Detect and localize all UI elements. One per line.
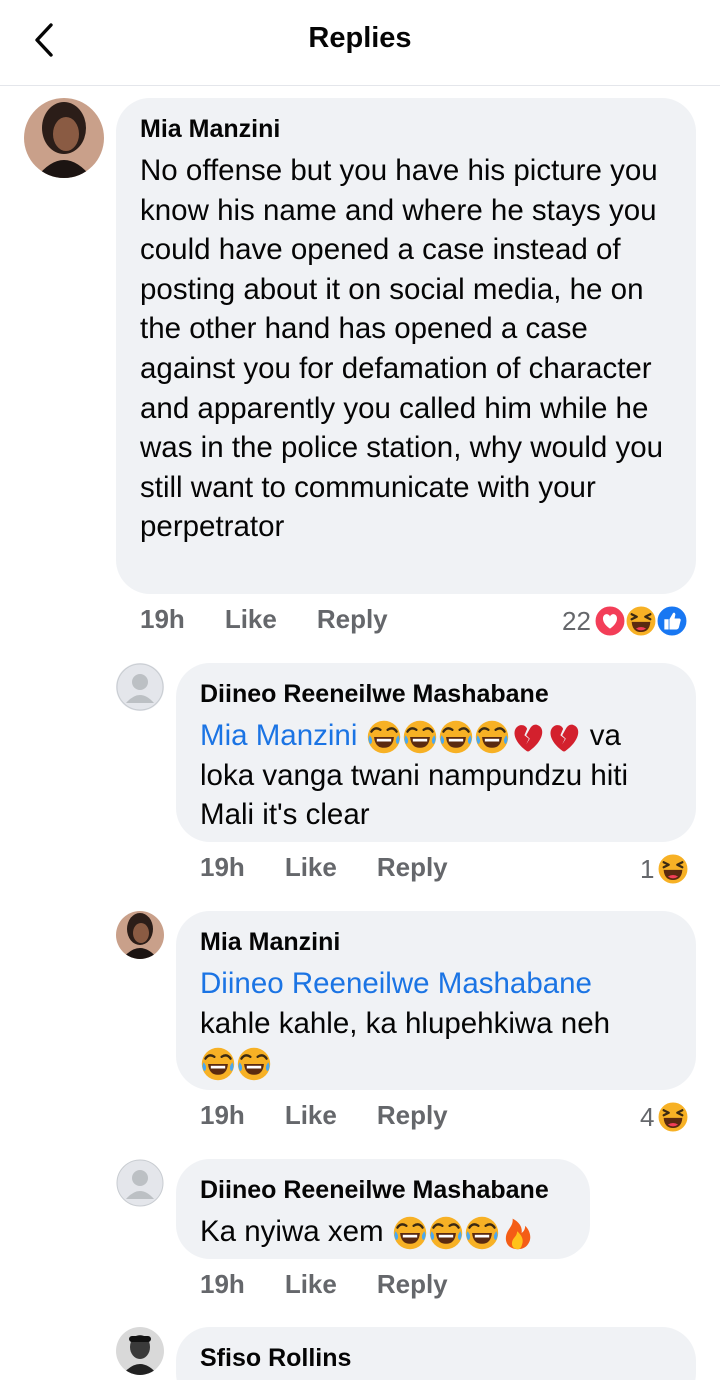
comment-author[interactable]: Sfiso Rollins [200,1343,672,1373]
reaction-count: 1 [640,853,655,884]
comment-bubble[interactable]: Mia Manzini No offense but you have his … [116,98,696,594]
comment-text: No offense but you have his picture you … [140,154,664,544]
comment-bubble[interactable]: Diineo Reeneilwe Mashabane Mia Manzini v… [176,663,696,842]
laughing-tears-emoji [438,719,474,755]
top-bar: Replies [0,0,720,86]
comment-time: 19h [200,1269,245,1299]
like-button[interactable]: Like [285,852,337,883]
haha-icon [624,604,658,638]
comment-actions: 19h Like Reply [200,1269,448,1300]
broken-heart-emoji [546,719,582,755]
comment-author[interactable]: Diineo Reeneilwe Mashabane [200,1175,566,1205]
reply-button[interactable]: Reply [317,604,388,635]
laughing-tears-emoji [236,1046,272,1082]
comment-text-rest: kahle kahle, ka hlupehkiwa neh [200,1006,611,1040]
comment-text: Ka nyiwa xem [200,1212,566,1252]
like-button[interactable]: Like [225,604,277,635]
comment-text: Mia Manzini va loka vanga twani nampundz… [200,716,672,835]
comment-author[interactable]: Mia Manzini [140,114,672,144]
love-icon [593,604,627,638]
comment-actions: 19h Like Reply [200,1100,448,1131]
haha-icon [656,1100,690,1134]
like-button[interactable]: Like [285,1100,337,1131]
avatar[interactable] [116,1327,164,1375]
reaction-summary[interactable]: 4 [640,1100,690,1134]
comment-bubble[interactable]: Mia Manzini Diineo Reeneilwe Mashabane k… [176,911,696,1090]
comment-bubble[interactable]: Sfiso Rollins [176,1327,696,1380]
avatar[interactable] [116,1159,164,1207]
avatar[interactable] [116,663,164,711]
like-button[interactable]: Like [285,1269,337,1300]
page-title: Replies [308,22,412,54]
comment-time: 19h [200,1100,245,1130]
comment-time: 19h [200,852,245,882]
laughing-tears-emoji [392,1215,428,1251]
laughing-tears-emoji [200,1046,236,1082]
avatar[interactable] [116,911,164,959]
laughing-tears-emoji [428,1215,464,1251]
comment-text-rest: Ka nyiwa xem [200,1215,384,1248]
comment-author[interactable]: Mia Manzini [200,927,672,957]
default-profile-icon [116,663,164,711]
comment-author[interactable]: Diineo Reeneilwe Mashabane [200,679,672,709]
comment-text: Diineo Reeneilwe Mashabane kahle kahle, … [200,964,672,1083]
avatar[interactable] [24,98,104,178]
broken-heart-emoji [510,719,546,755]
mention-link[interactable]: Mia Manzini [200,719,357,752]
laughing-tears-emoji [366,719,402,755]
fire-emoji [500,1215,536,1251]
reply-button[interactable]: Reply [377,1269,448,1300]
reaction-count: 4 [640,1101,655,1132]
mention-link[interactable]: Diineo Reeneilwe Mashabane [200,967,592,1000]
reaction-summary[interactable]: 22 [562,604,689,638]
reaction-summary[interactable]: 1 [640,852,690,886]
comment-bubble[interactable]: Diineo Reeneilwe Mashabane Ka nyiwa xem [176,1159,590,1259]
comment-actions: 19h Like Reply [140,604,388,635]
laughing-tears-emoji [402,719,438,755]
default-profile-icon [116,1159,164,1207]
comment-time: 19h [140,604,185,634]
like-icon [655,604,689,638]
reaction-count: 22 [562,605,591,636]
reply-button[interactable]: Reply [377,1100,448,1131]
reply-button[interactable]: Reply [377,852,448,883]
laughing-tears-emoji [474,719,510,755]
haha-icon [656,852,690,886]
comment-actions: 19h Like Reply [200,852,448,883]
laughing-tears-emoji [464,1215,500,1251]
